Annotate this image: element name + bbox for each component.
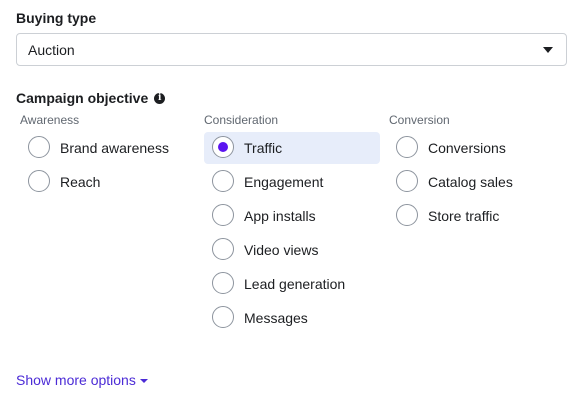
info-icon[interactable]: i — [154, 92, 166, 104]
option-label: Brand awareness — [60, 140, 169, 156]
buying-type-title: Buying type — [16, 10, 97, 26]
radio-button[interactable] — [28, 136, 50, 158]
option-label: Conversions — [428, 140, 506, 156]
radio-button[interactable] — [212, 204, 234, 226]
show-more-options-link[interactable]: Show more options — [16, 372, 148, 388]
option-label: Catalog sales — [428, 174, 513, 190]
option-label: App installs — [244, 208, 316, 224]
radio-button[interactable] — [28, 170, 50, 192]
radio-button-selected[interactable] — [212, 136, 234, 158]
option-label: Video views — [244, 242, 319, 258]
conversion-header: Conversion — [389, 113, 450, 127]
option-brand-awareness[interactable]: Brand awareness — [20, 132, 196, 164]
option-label: Lead generation — [244, 276, 346, 292]
radio-dot — [218, 142, 228, 152]
caret-down-icon — [139, 379, 148, 383]
option-video-views[interactable]: Video views — [204, 234, 380, 266]
option-label: Traffic — [244, 140, 283, 156]
campaign-objective-label: Campaign objective — [16, 90, 149, 106]
campaign-objective-title: Campaign objective i — [16, 89, 166, 107]
option-reach[interactable]: Reach — [20, 166, 196, 198]
buying-type-value: Auction — [28, 42, 75, 58]
option-messages[interactable]: Messages — [204, 302, 380, 334]
radio-button[interactable] — [212, 170, 234, 192]
radio-button[interactable] — [396, 204, 418, 226]
option-label: Reach — [60, 174, 101, 190]
chevron-down-icon — [543, 47, 553, 53]
option-conversions[interactable]: Conversions — [388, 132, 564, 164]
option-engagement[interactable]: Engagement — [204, 166, 380, 198]
option-label: Store traffic — [428, 208, 500, 224]
option-catalog-sales[interactable]: Catalog sales — [388, 166, 564, 198]
radio-button[interactable] — [212, 238, 234, 260]
awareness-header: Awareness — [20, 113, 80, 127]
radio-button[interactable] — [212, 272, 234, 294]
option-label: Messages — [244, 310, 308, 326]
radio-button[interactable] — [396, 170, 418, 192]
radio-button[interactable] — [396, 136, 418, 158]
option-store-traffic[interactable]: Store traffic — [388, 200, 564, 232]
option-lead-generation[interactable]: Lead generation — [204, 268, 380, 300]
show-more-label: Show more options — [16, 372, 136, 388]
option-traffic[interactable]: Traffic — [204, 132, 380, 164]
radio-button[interactable] — [212, 306, 234, 328]
buying-type-select[interactable]: Auction — [16, 33, 567, 66]
option-label: Engagement — [244, 174, 324, 190]
option-app-installs[interactable]: App installs — [204, 200, 380, 232]
consideration-header: Consideration — [204, 113, 279, 127]
campaign-settings-panel: Buying type Auction Campaign objective i… — [0, 0, 583, 411]
